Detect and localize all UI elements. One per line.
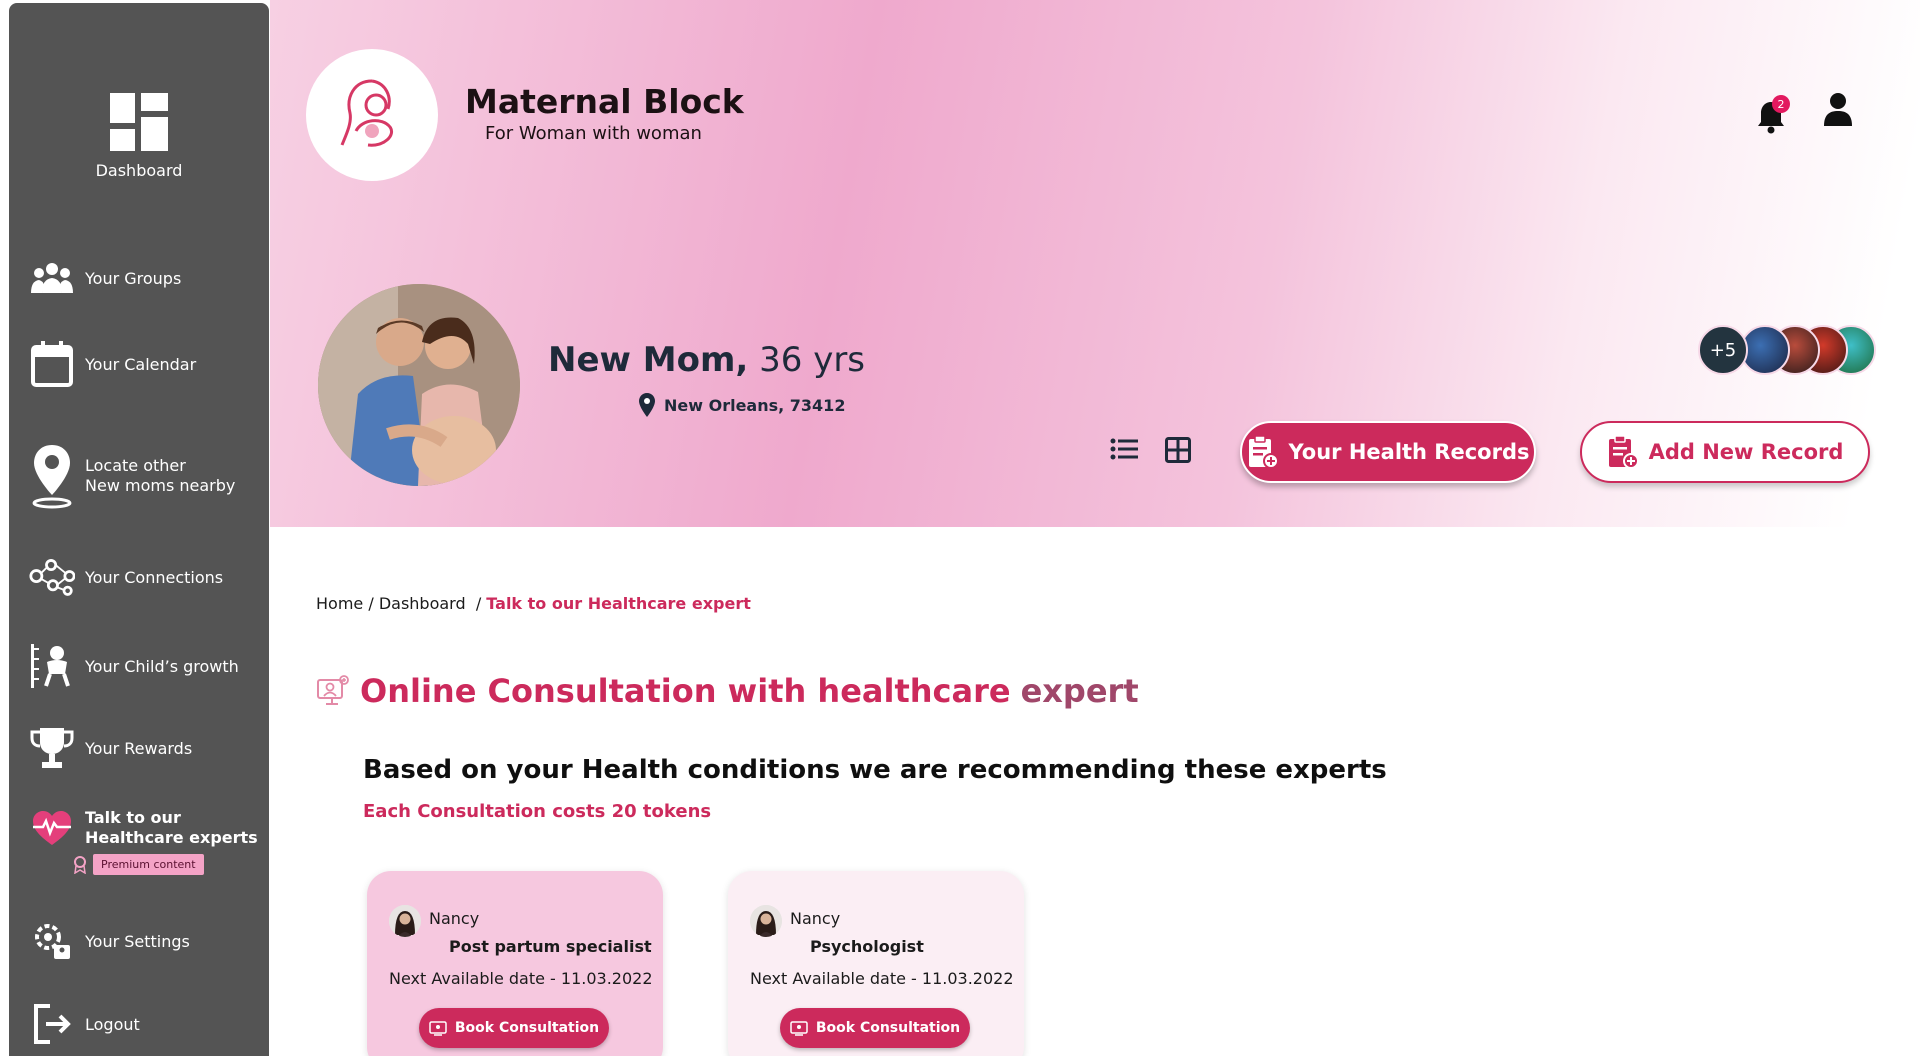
location-pin-icon xyxy=(639,393,655,417)
breadcrumb-separator: / xyxy=(368,594,379,613)
health-records-button[interactable]: Your Health Records xyxy=(1240,421,1536,483)
online-consultation-icon xyxy=(317,675,349,705)
health-records-label: Your Health Records xyxy=(1288,440,1530,464)
next-available-date: Next Available date - 11.03.2022 xyxy=(389,969,653,988)
expert-card: Nancy Post partum specialist Next Availa… xyxy=(367,871,663,1056)
video-consultation-icon xyxy=(790,1021,808,1036)
video-consultation-icon xyxy=(429,1021,447,1036)
brand-tagline: For Woman with woman xyxy=(485,123,702,144)
heart-pulse-icon xyxy=(29,809,75,847)
expert-info: Nancy Post partum specialist xyxy=(429,905,652,961)
sidebar-item-label: Talk to our Healthcare experts xyxy=(85,808,258,847)
expert-header: Nancy Post partum specialist xyxy=(389,905,652,961)
breadcrumb-home[interactable]: Home xyxy=(316,594,363,613)
trophy-icon xyxy=(29,726,75,770)
breadcrumb-current: Talk to our Healthcare expert xyxy=(486,594,751,613)
settings-icon xyxy=(29,921,75,961)
dashboard-icon xyxy=(110,93,168,151)
location-pin-icon xyxy=(29,443,75,509)
calendar-icon xyxy=(29,341,75,387)
profile-header: Maternal Block For Woman with woman 2 Ne… xyxy=(270,0,1920,527)
user-account-icon[interactable] xyxy=(1822,92,1854,128)
grid-view-icon[interactable] xyxy=(1165,437,1191,463)
sidebar-item-calendar[interactable]: Your Calendar xyxy=(29,341,196,387)
groups-icon xyxy=(29,261,75,295)
clipboard-add-icon xyxy=(1248,435,1279,469)
breadcrumb-dashboard[interactable]: Dashboard xyxy=(379,594,466,613)
profile-avatar xyxy=(318,284,520,486)
sidebar-item-locate-moms[interactable]: Locate other New moms nearby xyxy=(29,443,235,509)
sidebar-item-label: Dashboard xyxy=(95,161,183,180)
expert-role: Psychologist xyxy=(810,937,924,956)
expert-info: Nancy Psychologist xyxy=(790,905,924,961)
clipboard-add-icon xyxy=(1608,435,1639,469)
award-icon xyxy=(74,855,86,874)
connections-avatars[interactable]: +5 xyxy=(1698,325,1882,375)
notification-badge: 2 xyxy=(1772,95,1790,113)
sidebar-item-label: Your Rewards xyxy=(85,738,193,758)
expert-card: Nancy Psychologist Next Available date -… xyxy=(728,871,1024,1056)
book-consultation-button[interactable]: Book Consultation xyxy=(419,1008,609,1048)
sidebar-item-label: Your Settings xyxy=(85,931,190,951)
book-consultation-label: Book Consultation xyxy=(454,1020,600,1036)
sidebar-item-connections[interactable]: Your Connections xyxy=(29,556,223,598)
premium-badge: Premium content xyxy=(73,854,204,875)
app-root: Dashboard Your Groups Your Calendar Loca… xyxy=(0,0,1920,1056)
brand-name: Maternal Block xyxy=(465,82,744,121)
consultation-cost: Each Consultation costs 20 tokens xyxy=(363,801,712,822)
book-consultation-button[interactable]: Book Consultation xyxy=(780,1008,970,1048)
add-record-label: Add New Record xyxy=(1648,440,1844,464)
more-connections-count[interactable]: +5 xyxy=(1698,325,1748,375)
expert-name: Nancy xyxy=(429,909,480,928)
page-title-accent: expert xyxy=(1020,672,1139,710)
profile-age: 36 yrs xyxy=(759,340,866,380)
connections-icon xyxy=(29,556,75,598)
next-available-date: Next Available date - 11.03.2022 xyxy=(750,969,1014,988)
mother-baby-logo-icon xyxy=(340,79,393,147)
expert-header: Nancy Psychologist xyxy=(750,905,924,961)
couple-photo xyxy=(318,284,520,486)
sidebar-item-label: Your Connections xyxy=(85,567,224,587)
sidebar-item-dashboard[interactable]: Dashboard xyxy=(9,93,269,180)
sidebar-item-label: Logout xyxy=(85,1014,140,1034)
brand-logo[interactable] xyxy=(306,49,438,181)
sidebar-item-healthcare-experts[interactable]: Talk to our Healthcare experts xyxy=(29,808,258,848)
expert-role: Post partum specialist xyxy=(449,937,652,956)
profile-name-text: New Mom, xyxy=(548,340,749,380)
sidebar-item-logout[interactable]: Logout xyxy=(29,1002,140,1046)
expert-name: Nancy xyxy=(790,909,841,928)
book-consultation-label: Book Consultation xyxy=(815,1020,961,1036)
sidebar-item-label: Your Groups xyxy=(85,268,182,288)
logout-icon xyxy=(29,1002,75,1046)
sidebar-item-settings[interactable]: Your Settings xyxy=(29,921,190,961)
profile-name: New Mom, 36 yrs xyxy=(548,340,865,380)
expert-avatar xyxy=(389,905,421,937)
sidebar-item-child-growth[interactable]: Your Child’s growth xyxy=(29,644,239,688)
page-title-main: Online Consultation with healthcare xyxy=(360,672,1011,710)
page-title: Online Consultation with healthcare expe… xyxy=(316,672,1139,710)
sidebar-item-label: Locate other New moms nearby xyxy=(85,456,236,495)
baby-growth-icon xyxy=(29,644,75,688)
location-text: New Orleans, 73412 xyxy=(664,395,846,415)
profile-location: New Orleans, 73412 xyxy=(638,392,845,418)
premium-label: Premium content xyxy=(93,854,204,875)
sidebar-item-groups[interactable]: Your Groups xyxy=(29,261,181,295)
list-view-icon[interactable] xyxy=(1110,437,1138,461)
breadcrumb-separator: / xyxy=(470,594,487,613)
sidebar-item-label: Your Calendar xyxy=(85,354,197,374)
brand: Maternal Block For Woman with woman xyxy=(465,82,744,144)
sidebar-item-label: Your Child’s growth xyxy=(85,656,239,676)
add-new-record-button[interactable]: Add New Record xyxy=(1580,421,1870,483)
expert-avatar xyxy=(750,905,782,937)
recommendation-heading: Based on your Health conditions we are r… xyxy=(363,755,1387,785)
sidebar: Dashboard Your Groups Your Calendar Loca… xyxy=(9,3,269,1056)
sidebar-item-rewards[interactable]: Your Rewards xyxy=(29,726,192,770)
breadcrumb: Home / Dashboard / Talk to our Healthcar… xyxy=(316,594,751,613)
